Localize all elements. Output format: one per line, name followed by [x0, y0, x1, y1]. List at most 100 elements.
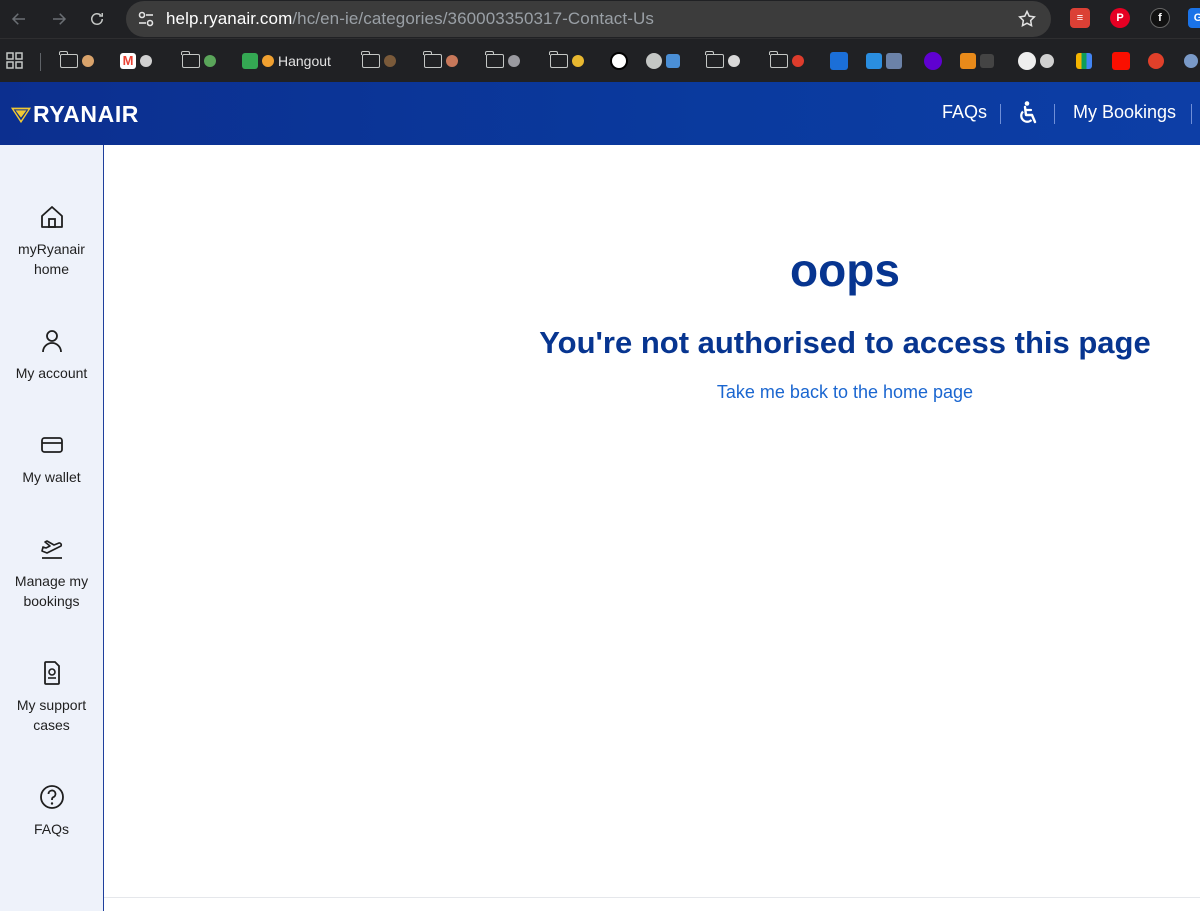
favicon-icon	[508, 55, 520, 67]
dsm-icon	[830, 52, 848, 70]
bookmark-compass[interactable]	[1018, 51, 1054, 71]
download-icon	[666, 54, 680, 68]
sidebar-item-label: myRyanair home	[18, 241, 85, 277]
pinterest-extension-icon[interactable]: P	[1110, 8, 1130, 28]
bookmark-folder[interactable]	[361, 51, 396, 71]
bookmark-heart[interactable]	[866, 51, 902, 71]
error-heading: oops	[790, 244, 900, 296]
bookmark-grid[interactable]	[1076, 51, 1092, 71]
question-icon	[39, 785, 64, 809]
bookmark-hangout[interactable]: Hangout	[242, 51, 331, 71]
folder-icon	[181, 51, 200, 68]
sidebar-item-manage-my-bookings[interactable]: Manage my bookings	[0, 535, 103, 611]
bookmark-folder[interactable]	[769, 51, 804, 71]
people-icon	[262, 55, 274, 67]
bookmark-folder[interactable]	[423, 51, 458, 71]
sidebar-item-label: Manage my bookings	[14, 573, 89, 609]
header-faqs-link[interactable]: FAQs	[942, 102, 987, 123]
folder-icon	[485, 51, 504, 68]
site-header: RYANAIR FAQs My Bookings	[0, 82, 1200, 145]
favicon-icon	[446, 55, 458, 67]
extension-icon[interactable]: f	[1150, 8, 1170, 28]
cat-icon	[572, 55, 584, 67]
header-separator	[1191, 104, 1192, 124]
reload-icon	[91, 13, 103, 25]
bookmark-folder[interactable]	[485, 51, 520, 71]
address-bar[interactable]: help.ryanair.com/hc/en-ie/categories/360…	[126, 1, 1051, 37]
url-text[interactable]: help.ryanair.com/hc/en-ie/categories/360…	[166, 9, 654, 29]
music-icon	[960, 53, 976, 69]
accessibility-icon[interactable]	[1016, 100, 1040, 126]
favicon-icon	[82, 55, 94, 67]
sidebar-item-label: My wallet	[22, 469, 81, 485]
sidebar-item-label: My account	[15, 365, 88, 381]
todoist-extension-icon[interactable]: ≡	[1070, 8, 1090, 28]
bookmark-wheel[interactable]	[1184, 51, 1198, 71]
bookmark-smiley[interactable]	[610, 51, 628, 71]
sidebar-nav: myRyanair home My account My wallet Manag…	[0, 145, 104, 911]
folder-icon	[549, 51, 568, 68]
sidebar-item-my-account[interactable]: My account	[0, 327, 103, 383]
user-icon	[41, 330, 62, 353]
error-message: You're not authorised to access this pag…	[539, 325, 1151, 360]
document-icon	[43, 661, 60, 685]
bookmark-folder[interactable]	[705, 51, 740, 71]
bookmark-adobe[interactable]	[1112, 51, 1130, 71]
url-host: help.ryanair.com	[166, 9, 293, 28]
back-button[interactable]	[4, 4, 34, 34]
favicon-icon	[1184, 54, 1198, 68]
folder-icon	[59, 51, 78, 68]
bug-icon	[1148, 53, 1164, 69]
smiley-icon	[610, 52, 628, 70]
google-meet-icon	[242, 53, 258, 69]
bookmark-gmail[interactable]: M	[120, 51, 152, 71]
sidebar-item-my-wallet[interactable]: My wallet	[0, 431, 103, 487]
folder-icon	[423, 51, 442, 68]
ryanair-logo[interactable]: RYANAIR	[10, 100, 139, 128]
browser-toolbar: help.ryanair.com/hc/en-ie/categories/360…	[0, 0, 1200, 38]
bookmark-yahoo[interactable]	[924, 51, 942, 71]
mail-icon	[140, 55, 152, 67]
header-my-bookings-link[interactable]: My Bookings	[1073, 102, 1176, 123]
back-to-home-link[interactable]: Take me back to the home page	[104, 382, 1200, 403]
bookmark-folder[interactable]	[181, 51, 216, 71]
forward-button[interactable]	[44, 4, 74, 34]
header-separator	[1000, 104, 1001, 124]
sidebar-item-label: My support cases	[16, 697, 87, 733]
apps-icon[interactable]	[6, 51, 24, 71]
sidebar-item-myryanair-home[interactable]: myRyanair home	[0, 203, 103, 279]
folder-icon	[769, 51, 788, 68]
bookmarks-bar: M Hangout	[0, 38, 1200, 82]
folder-icon	[705, 51, 724, 68]
favicon-icon	[886, 53, 902, 69]
bookmark-dsm[interactable]	[830, 51, 848, 71]
wallet-icon	[40, 437, 63, 453]
yahoo-icon	[924, 52, 942, 70]
bookmark-label: Hangout	[278, 53, 331, 69]
sidebar-item-faqs[interactable]: FAQs	[0, 783, 103, 839]
bookmark-music[interactable]	[960, 51, 994, 71]
home-icon	[40, 206, 63, 228]
harp-logo-icon	[10, 107, 32, 124]
bookmark-star-icon[interactable]	[1017, 9, 1037, 29]
folder-icon	[361, 51, 380, 68]
bookmark-folder[interactable]	[59, 51, 94, 71]
bookmarks-separator	[40, 53, 41, 71]
bookmark-bug[interactable]	[1148, 51, 1164, 71]
plane-takeoff-icon	[40, 540, 62, 559]
bookmark-globe[interactable]	[646, 51, 680, 71]
gmail-icon: M	[120, 53, 136, 69]
sidebar-item-my-support-cases[interactable]: My support cases	[0, 659, 103, 735]
google-extension-icon[interactable]: G	[1188, 8, 1200, 28]
sidebar-item-label: FAQs	[33, 821, 69, 837]
reload-button[interactable]	[82, 4, 112, 34]
main-content: oops You're not authorised to access thi…	[104, 145, 1200, 911]
favicon-icon	[384, 55, 396, 67]
bookmark-folder[interactable]	[549, 51, 584, 71]
globe-icon	[646, 53, 662, 69]
site-settings-icon[interactable]	[136, 9, 156, 29]
grid-icon	[1076, 53, 1092, 69]
arrow-left-icon	[11, 13, 25, 25]
page-bottom-divider	[104, 897, 1200, 898]
compass-icon	[1040, 54, 1054, 68]
